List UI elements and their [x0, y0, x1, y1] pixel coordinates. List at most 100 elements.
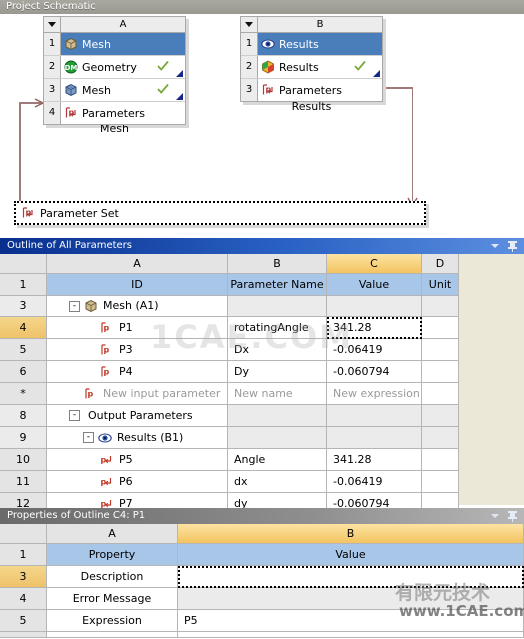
properties-cell-value[interactable]	[178, 588, 524, 610]
system-a-collapse-toggle[interactable]	[44, 17, 61, 32]
outline-cell-id[interactable]: - Output Parameters	[47, 405, 228, 427]
outline-column-a[interactable]: A	[47, 254, 228, 274]
outline-cell-unit[interactable]	[422, 471, 459, 493]
outline-cell-value[interactable]: 341.28	[327, 317, 422, 339]
outline-cell-id[interactable]: p P6	[47, 471, 228, 493]
system-b-header[interactable]: B	[241, 17, 382, 33]
outline-cell-name[interactable]: rotatingAngle	[228, 317, 327, 339]
properties-cell-value[interactable]	[178, 632, 524, 638]
outline-cell-value[interactable]: -0.060794	[327, 361, 422, 383]
outline-cell-unit[interactable]	[422, 427, 459, 449]
outline-column-d[interactable]: D	[422, 254, 459, 274]
outline-cell-name[interactable]	[228, 427, 327, 449]
resize-corner-icon[interactable]	[176, 70, 183, 77]
outline-cell-value[interactable]	[327, 405, 422, 427]
table-row[interactable]: 10 p P5 Angle 341.28	[0, 449, 459, 471]
tree-collapse-toggle[interactable]: -	[83, 432, 94, 443]
outline-header-row[interactable]: 1 ID Parameter Name Value Unit	[0, 274, 459, 296]
outline-row-number: 4	[0, 317, 47, 339]
system-b-row-1-body[interactable]: Results	[258, 33, 382, 55]
table-row[interactable]: 11 p P6 dx -0.06419	[0, 471, 459, 493]
system-block-a-mesh[interactable]: A 1 Mesh 2 DM Geometry 3 Mesh 4 p Parame…	[43, 16, 189, 135]
outline-cell-id[interactable]: p P4	[47, 361, 228, 383]
system-a-row-3[interactable]: 3 Mesh	[44, 79, 185, 102]
outline-cell-id[interactable]: - Results (B1)	[47, 427, 228, 449]
parameter-set-block[interactable]: p Parameter Set	[14, 201, 426, 225]
system-a-row-1-body[interactable]: Mesh	[61, 33, 185, 55]
outline-cell-value[interactable]: New expression	[327, 383, 422, 405]
outline-cell-value[interactable]: -0.06419	[327, 339, 422, 361]
resize-corner-icon[interactable]	[373, 70, 380, 77]
outline-cell-value[interactable]: 341.28	[327, 449, 422, 471]
table-row-partial[interactable]	[0, 632, 524, 638]
outline-cell-name[interactable]: Dx	[228, 339, 327, 361]
system-a-header[interactable]: A	[44, 17, 185, 33]
outline-cell-name[interactable]: Angle	[228, 449, 327, 471]
table-row[interactable]: 6 p P4 Dy -0.060794	[0, 361, 459, 383]
outline-cell-unit[interactable]	[422, 296, 459, 317]
chevron-down-icon[interactable]	[491, 514, 499, 518]
outline-row-number: 3	[0, 296, 47, 317]
outline-cell-value[interactable]	[327, 427, 422, 449]
pin-icon[interactable]	[508, 510, 517, 522]
properties-cell-value[interactable]	[178, 566, 524, 588]
pin-icon[interactable]	[508, 240, 517, 252]
table-row[interactable]: 8 - Output Parameters	[0, 405, 459, 427]
system-a-row-3-body[interactable]: Mesh	[61, 79, 185, 101]
svg-text:p: p	[101, 455, 107, 464]
table-row[interactable]: 5 p P3 Dx -0.06419	[0, 339, 459, 361]
system-b-row-2-body[interactable]: Results	[258, 56, 382, 78]
tree-collapse-toggle[interactable]: -	[69, 300, 80, 312]
outline-cell-name[interactable]	[228, 405, 327, 427]
system-block-b-results[interactable]: B 1 Results 2 Results 3 p Parameters Res…	[240, 16, 386, 113]
outline-cell-id[interactable]: - Mesh (A1)	[47, 296, 228, 317]
table-row-new-input-parameter[interactable]: * p New input parameter New name New exp…	[0, 383, 459, 405]
outline-column-c[interactable]: C	[327, 254, 422, 274]
table-row[interactable]: 3 - Mesh (A1)	[0, 296, 459, 317]
system-b-row-1-label: Results	[279, 37, 319, 51]
properties-column-a[interactable]: A	[47, 524, 178, 544]
system-a-row-2[interactable]: 2 DM Geometry	[44, 56, 185, 79]
tree-collapse-toggle[interactable]: -	[69, 410, 80, 421]
outline-cell-unit[interactable]	[422, 449, 459, 471]
outline-cell-id[interactable]: p P1	[47, 317, 228, 339]
system-b-row-3-body[interactable]: p Parameters	[258, 79, 382, 101]
system-b-collapse-toggle[interactable]	[241, 17, 258, 32]
outline-cell-unit[interactable]	[422, 361, 459, 383]
outline-cell-unit[interactable]	[422, 317, 459, 339]
properties-column-b[interactable]: B	[178, 524, 524, 544]
system-a-row-4-body[interactable]: p Parameters	[61, 102, 185, 124]
outline-cell-value[interactable]	[327, 296, 422, 317]
properties-cell-value[interactable]: P5	[178, 610, 524, 632]
properties-row-number	[0, 632, 47, 638]
outline-cell-id[interactable]: p New input parameter	[47, 383, 228, 405]
outline-cell-unit[interactable]	[422, 383, 459, 405]
outline-cell-name[interactable]	[228, 296, 327, 317]
table-row[interactable]: 4 Error Message	[0, 588, 524, 610]
outline-cell-id[interactable]: p P5	[47, 449, 228, 471]
outline-cell-name[interactable]: dx	[228, 471, 327, 493]
outline-parameters-table[interactable]: A B C D 1 ID Parameter Name Value Unit 3…	[0, 254, 459, 515]
outline-cell-name[interactable]: New name	[228, 383, 327, 405]
outline-cell-name[interactable]: Dy	[228, 361, 327, 383]
properties-header-row[interactable]: 1 Property Value	[0, 544, 524, 566]
resize-corner-icon[interactable]	[176, 93, 183, 100]
table-row[interactable]: 4 p P1 rotatingAngle 341.28	[0, 317, 459, 339]
system-b-row-2[interactable]: 2 Results	[241, 56, 382, 79]
properties-table[interactable]: A B 1 Property Value 3 Description 4 Err…	[0, 524, 524, 638]
project-schematic-canvas[interactable]: A 1 Mesh 2 DM Geometry 3 Mesh 4 p Parame…	[0, 14, 524, 238]
outline-cell-unit[interactable]	[422, 405, 459, 427]
system-b-row-3[interactable]: 3 p Parameters	[241, 79, 382, 101]
outline-column-b[interactable]: B	[228, 254, 327, 274]
table-row[interactable]: 3 Description	[0, 566, 524, 588]
outline-cell-unit[interactable]	[422, 339, 459, 361]
system-a-row-2-body[interactable]: DM Geometry	[61, 56, 185, 78]
system-a-row-1[interactable]: 1 Mesh	[44, 33, 185, 56]
table-row[interactable]: 5 Expression P5	[0, 610, 524, 632]
system-b-row-1[interactable]: 1 Results	[241, 33, 382, 56]
outline-cell-value[interactable]: -0.06419	[327, 471, 422, 493]
outline-cell-id[interactable]: p P3	[47, 339, 228, 361]
system-a-row-4[interactable]: 4 p Parameters	[44, 102, 185, 124]
chevron-down-icon[interactable]	[491, 244, 499, 248]
table-row[interactable]: 9 - Results (B1)	[0, 427, 459, 449]
